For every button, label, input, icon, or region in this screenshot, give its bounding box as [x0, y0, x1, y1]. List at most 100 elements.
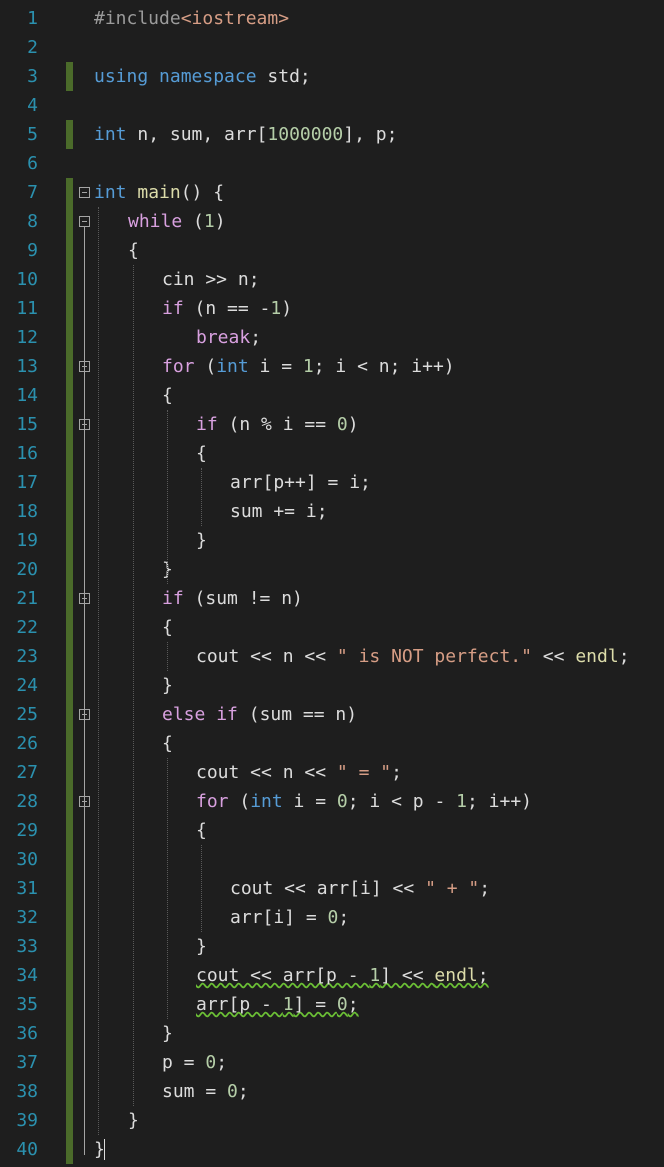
code-text: { — [162, 729, 173, 758]
code-line[interactable]: 32 arr[i] = 0; — [0, 903, 664, 932]
code-line[interactable]: 14 { — [0, 381, 664, 410]
code-token: { — [162, 617, 173, 638]
code-text: int main() { — [94, 178, 224, 207]
collapse-icon[interactable] — [79, 216, 90, 227]
code-line[interactable]: 4 — [0, 91, 664, 120]
code-token: using — [94, 66, 149, 87]
code-line[interactable]: 36} — [0, 1019, 664, 1048]
code-line[interactable]: 30 — [0, 845, 664, 874]
code-line[interactable]: 17 arr[p++] = i; — [0, 468, 664, 497]
line-number: 4 — [27, 95, 38, 116]
code-text: for (int i = 0; i < p - 1; i++) — [196, 787, 532, 816]
code-line[interactable]: 27 cout << n << " = "; — [0, 758, 664, 787]
code-text: } — [196, 932, 207, 961]
code-token: 1 — [302, 356, 314, 377]
collapse-icon[interactable] — [79, 187, 90, 198]
code-line[interactable]: 8 while (1) — [0, 207, 664, 236]
line-number: 22 — [16, 617, 38, 638]
code-line[interactable]: 34 cout << arr[p - 1] << endl; — [0, 961, 664, 990]
code-text: { — [196, 816, 207, 845]
code-token: << — [531, 646, 576, 667]
code-line[interactable]: 39} — [0, 1106, 664, 1135]
code-line[interactable]: 6 — [0, 149, 664, 178]
code-text: arr[i] = 0; — [230, 903, 349, 932]
code-line[interactable]: 5 int n, sum, arr[1000000], p; — [0, 120, 664, 149]
code-line[interactable]: 15 if (n % i == 0) — [0, 410, 664, 439]
code-line[interactable]: 2 — [0, 33, 664, 62]
code-line[interactable]: 16 { — [0, 439, 664, 468]
code-line[interactable]: 11 if (n == -1) — [0, 294, 664, 323]
line-number: 6 — [27, 153, 38, 174]
code-token: 1 — [456, 791, 467, 812]
code-token: #include — [94, 8, 181, 29]
code-token: cout << n << — [196, 762, 337, 783]
code-token: arr[p++] = i; — [230, 472, 371, 493]
code-text: sum += i; — [230, 497, 328, 526]
code-text: arr[p - 1] = 0; — [196, 990, 359, 1019]
line-number: 1 — [27, 8, 38, 29]
code-token: { — [162, 733, 173, 754]
code-line[interactable]: 19} — [0, 526, 664, 555]
code-token: cout << arr[p - — [196, 965, 370, 986]
code-line[interactable]: 29 { — [0, 816, 664, 845]
indent-guide — [201, 845, 202, 932]
code-line[interactable]: 12 break; — [0, 323, 664, 352]
code-token: } — [162, 1023, 173, 1044]
code-line[interactable]: 13 for (int i = 1; i < n; i++) — [0, 352, 664, 381]
code-text: cout << n << " = "; — [196, 758, 402, 787]
line-number: 19 — [16, 530, 38, 551]
code-line[interactable]: 37 p = 0; — [0, 1048, 664, 1077]
code-line[interactable]: 31 cout << arr[i] << " + "; — [0, 874, 664, 903]
code-line[interactable]: 35 arr[p - 1] = 0; — [0, 990, 664, 1019]
code-text: p = 0; — [162, 1048, 227, 1077]
code-text: } — [128, 1106, 139, 1135]
code-token: { — [162, 385, 173, 406]
line-number: 31 — [16, 878, 38, 899]
code-token: 0 — [336, 791, 348, 812]
code-token: ; — [391, 762, 402, 783]
code-token: p = — [162, 1052, 206, 1073]
code-text: arr[p++] = i; — [230, 468, 371, 497]
code-token: 1 — [369, 965, 381, 986]
line-number: 40 — [16, 1139, 38, 1160]
line-number: 11 — [16, 298, 38, 319]
code-line[interactable]: 21 if (sum != n) — [0, 584, 664, 613]
code-token: } — [196, 936, 207, 957]
code-line[interactable]: 25 else if (sum == n) — [0, 700, 664, 729]
code-token: main — [137, 182, 181, 203]
code-token: n, sum, arr[ — [126, 124, 268, 145]
code-line[interactable]: 10 cin >> n; — [0, 265, 664, 294]
code-line[interactable]: 38 sum = 0; — [0, 1077, 664, 1106]
code-line[interactable]: 18 sum += i; — [0, 497, 664, 526]
code-line[interactable]: 28 for (int i = 0; i < p - 1; i++) — [0, 787, 664, 816]
code-line[interactable]: 33} — [0, 932, 664, 961]
code-line[interactable]: 20} — [0, 555, 664, 584]
code-text: { — [162, 613, 173, 642]
code-line[interactable]: 23 cout << n << " is NOT perfect." << end… — [0, 642, 664, 671]
code-line[interactable]: 7 int main() { — [0, 178, 664, 207]
code-token: ] = — [293, 994, 337, 1015]
code-token: cout << n << — [196, 646, 337, 667]
code-token: i = — [282, 791, 337, 812]
code-text: else if (sum == n) — [162, 700, 357, 729]
code-text: break; — [196, 323, 261, 352]
code-editor[interactable]: 1 #include<iostream> 2 3 using namespace std… — [0, 0, 664, 1167]
code-line[interactable]: 3 using namespace std; — [0, 62, 664, 91]
code-token: ; i < n; i++) — [313, 356, 455, 377]
code-text: cout << n << " is NOT perfect." << endl; — [196, 642, 630, 671]
code-line[interactable]: 22 { — [0, 613, 664, 642]
text-caret — [104, 1139, 105, 1160]
code-text: } — [162, 671, 173, 700]
code-token: { — [128, 240, 139, 261]
code-line[interactable]: 40} — [0, 1135, 664, 1164]
code-text: { — [128, 236, 139, 265]
code-token: ; — [477, 965, 489, 986]
code-token: " is NOT perfect." — [336, 646, 532, 667]
code-line[interactable]: 24} — [0, 671, 664, 700]
code-token: break — [196, 327, 251, 348]
code-line[interactable]: 26 { — [0, 729, 664, 758]
code-line[interactable]: 9{ — [0, 236, 664, 265]
code-token: ] << — [380, 965, 435, 986]
code-line[interactable]: 1 #include<iostream> — [0, 4, 664, 33]
code-token: sum += i; — [230, 501, 328, 522]
